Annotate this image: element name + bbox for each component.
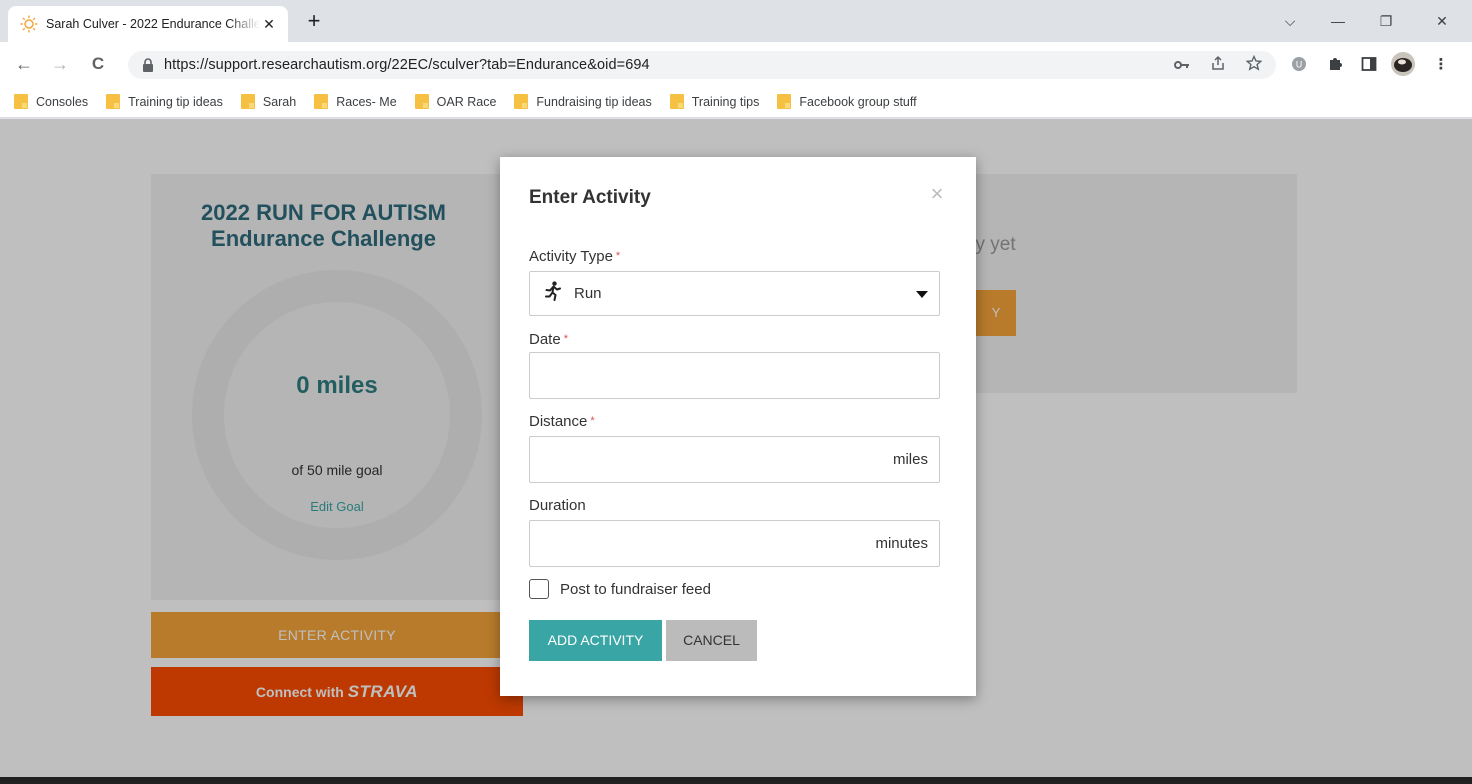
required-marker: * — [563, 333, 568, 345]
bookmark-folder[interactable]: Facebook group stuff — [777, 94, 917, 109]
back-icon[interactable]: ← — [10, 50, 38, 78]
restore-icon[interactable]: ❐ — [1366, 8, 1406, 34]
distance-input[interactable] — [530, 437, 939, 482]
svg-text:U: U — [1296, 61, 1303, 71]
duration-field[interactable]: minutes — [529, 520, 940, 567]
duration-unit: minutes — [875, 535, 928, 552]
folder-icon — [669, 94, 684, 109]
add-activity-button[interactable]: ADD ACTIVITY — [529, 620, 662, 661]
duration-label: Duration — [529, 497, 586, 514]
date-label: Date * — [529, 331, 568, 348]
modal-title: Enter Activity — [529, 187, 651, 208]
reload-icon[interactable]: C — [84, 50, 112, 78]
menu-kebab-icon[interactable]: ⋮ — [1428, 51, 1454, 77]
post-to-feed-label[interactable]: Post to fundraiser feed — [560, 581, 711, 598]
page-content: 2022 RUN FOR AUTISM Endurance Challenge … — [0, 119, 1472, 784]
required-marker: * — [615, 250, 621, 262]
bookmark-folder[interactable]: Fundraising tip ideas — [514, 94, 652, 109]
share-icon[interactable] — [1210, 55, 1226, 75]
running-person-icon — [544, 281, 564, 306]
cancel-button[interactable]: CANCEL — [666, 620, 757, 661]
puzzle-icon[interactable] — [1322, 51, 1348, 77]
bookmark-folder[interactable]: Training tips — [669, 94, 759, 109]
address-bar[interactable]: https://support.researchautism.org/22EC/… — [128, 51, 1276, 79]
folder-icon — [106, 94, 121, 109]
distance-field[interactable]: miles — [529, 436, 940, 483]
required-marker: * — [590, 415, 595, 427]
date-field[interactable] — [529, 352, 940, 399]
browser-tab[interactable]: Sarah Culver - 2022 Endurance Challenge … — [8, 6, 288, 42]
lock-icon — [142, 58, 154, 72]
folder-icon — [314, 94, 329, 109]
post-to-feed-checkbox[interactable] — [529, 579, 549, 599]
enter-activity-modal: Enter Activity × Activity Type * Run Date… — [500, 157, 976, 696]
folder-icon — [14, 94, 28, 109]
tab-search-icon[interactable]: ⌵ — [1270, 8, 1310, 34]
bookmark-folder[interactable]: Consoles — [14, 94, 88, 109]
bookmark-star-icon[interactable] — [1245, 54, 1263, 75]
new-tab-button[interactable]: + — [302, 10, 326, 34]
bookmark-folder[interactable]: Sarah — [240, 94, 296, 109]
folder-icon — [240, 94, 255, 109]
browser-tabstrip: Sarah Culver - 2022 Endurance Challenge … — [0, 0, 1472, 42]
tab-close-icon[interactable]: ✕ — [260, 15, 278, 33]
bookmark-folder[interactable]: Training tip ideas — [106, 94, 223, 109]
bookmark-folder[interactable]: Races- Me — [314, 94, 397, 109]
close-icon[interactable]: × — [926, 183, 948, 205]
sun-favicon-icon — [20, 15, 38, 33]
profile-avatar[interactable] — [1390, 51, 1416, 77]
distance-unit: miles — [892, 451, 928, 468]
date-input[interactable] — [530, 353, 939, 398]
tab-title: Sarah Culver - 2022 Endurance Challenge — [46, 17, 260, 31]
folder-icon — [514, 94, 529, 109]
minimize-icon[interactable]: — — [1318, 8, 1358, 34]
folder-icon — [777, 94, 792, 109]
folder-icon — [414, 94, 429, 109]
url-text: https://support.researchautism.org/22EC/… — [164, 57, 650, 73]
post-to-feed-row[interactable]: Post to fundraiser feed — [529, 579, 711, 599]
activity-type-label: Activity Type * — [529, 248, 621, 265]
extension-shield-icon[interactable]: U — [1286, 51, 1312, 77]
distance-label: Distance * — [529, 413, 595, 430]
close-window-icon[interactable]: ✕ — [1422, 8, 1462, 34]
forward-icon[interactable]: → — [46, 50, 74, 78]
activity-type-value: Run — [574, 285, 602, 302]
bookmarks-bar: Consoles Training tip ideas Sarah Races-… — [0, 86, 1472, 118]
activity-type-select[interactable]: Run — [529, 271, 940, 316]
chevron-down-icon — [916, 291, 928, 298]
key-icon[interactable] — [1174, 57, 1190, 74]
side-panel-icon[interactable] — [1356, 51, 1382, 77]
bookmark-folder[interactable]: OAR Race — [414, 94, 496, 109]
